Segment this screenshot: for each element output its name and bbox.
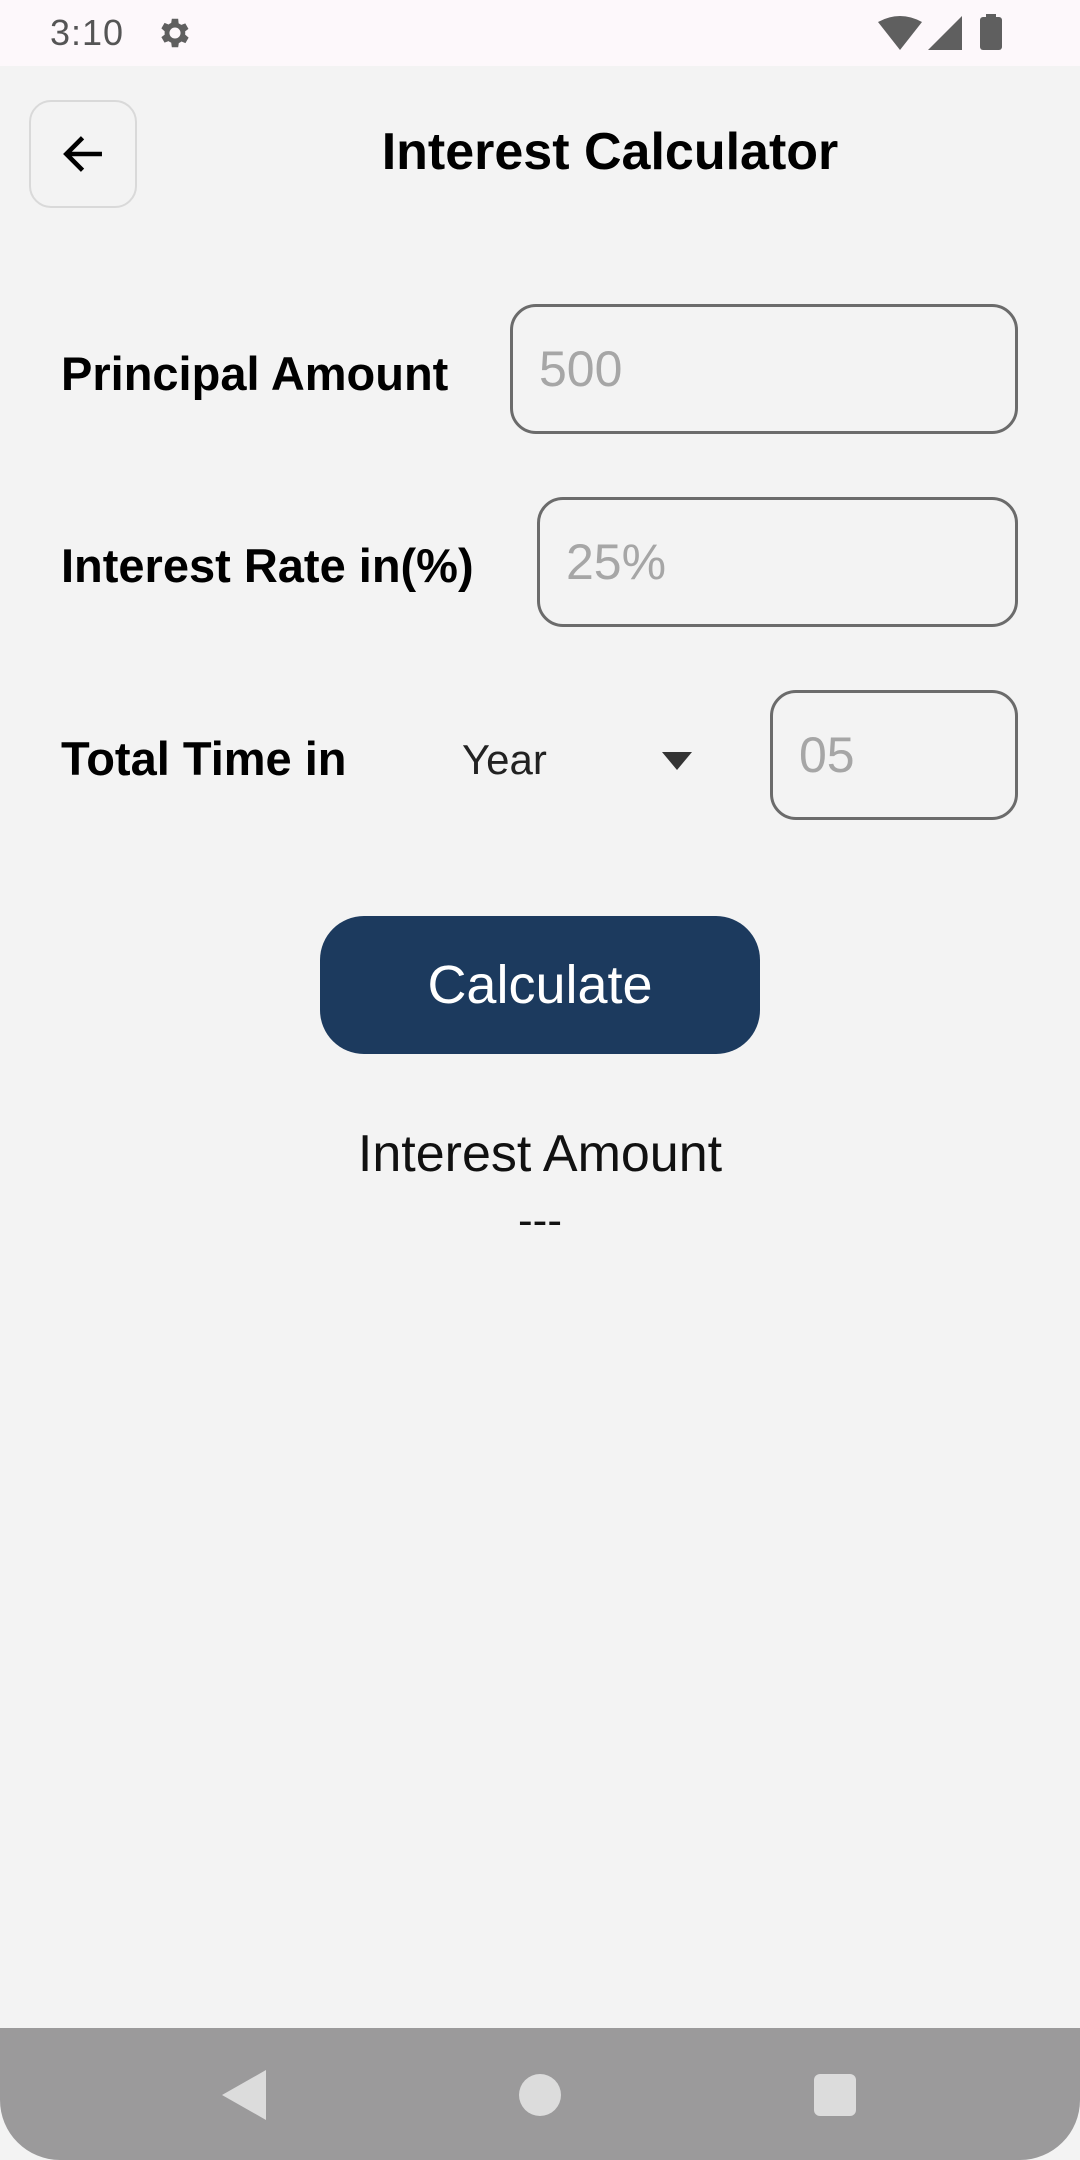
battery-icon <box>980 14 1002 50</box>
home-circle-icon[interactable] <box>519 2074 561 2116</box>
time-unit-value: Year <box>462 736 547 783</box>
status-time: 3:10 <box>50 12 125 53</box>
time-label: Total Time in <box>61 732 347 785</box>
time-unit-dropdown[interactable]: Year <box>440 720 700 800</box>
result-label: Interest Amount <box>357 1125 723 1183</box>
calculate-button[interactable]: Calculate <box>320 916 760 1054</box>
principal-label: Principal Amount <box>61 347 449 400</box>
arrow-left-icon <box>63 136 102 172</box>
time-input[interactable] <box>770 690 1018 820</box>
back-button[interactable] <box>29 100 137 208</box>
wifi-icon <box>878 16 922 50</box>
chevron-down-icon <box>662 752 692 770</box>
status-bar: 3:10 <box>0 0 1080 66</box>
settings-icon <box>161 18 189 48</box>
back-triangle-icon[interactable] <box>222 2070 266 2120</box>
principal-input[interactable] <box>510 304 1018 434</box>
result-value: --- <box>518 1196 562 1245</box>
signal-icon <box>928 16 962 50</box>
rate-label: Interest Rate in(%) <box>61 539 474 592</box>
rate-input[interactable] <box>537 497 1018 627</box>
page-title: Interest Calculator <box>381 123 839 181</box>
recents-square-icon[interactable] <box>814 2074 856 2116</box>
system-nav-bar <box>0 2028 1080 2160</box>
